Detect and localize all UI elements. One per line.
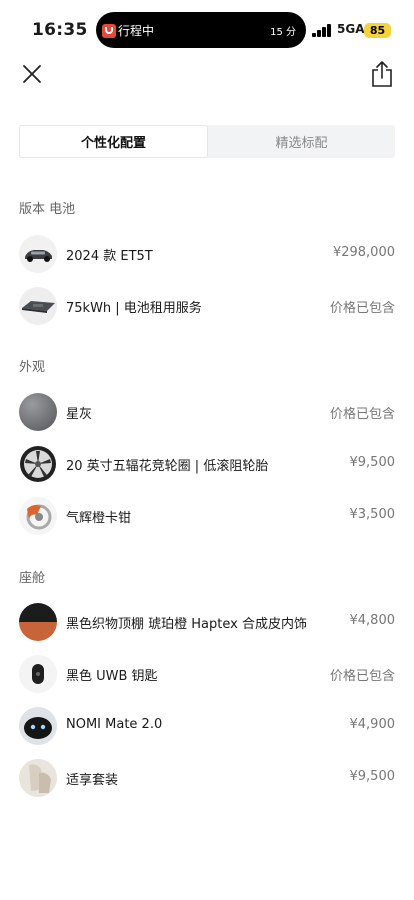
section-title-cabin: 座舱 [19,571,46,586]
item-price: 价格已包含 [329,301,395,316]
item-label: 黑色织物顶棚 琥珀橙 Haptex 合成皮内饰 [66,617,307,632]
item-label: 2024 款 ET5T [66,249,153,264]
close-icon[interactable] [20,62,44,86]
battery-icon: 85 [364,23,391,38]
item-label: 气辉橙卡钳 [66,511,132,526]
island-title: 行程中 [118,24,155,38]
list-item[interactable]: 20 英寸五辐花竞轮圈 | 低滚阻轮胎 ¥9,500 [19,444,395,484]
gray-paint-swatch-icon [19,393,57,431]
item-label: 适享套装 [66,773,119,788]
item-label: 75kWh | 电池租用服务 [66,301,202,316]
interior-swatch-icon [19,603,57,641]
section-title-exterior: 外观 [19,360,46,375]
item-price: ¥3,500 [349,507,396,522]
config-tabs: 个性化配置 精选标配 [19,125,395,158]
app-badge-icon [102,24,116,38]
car-thumbnail-icon [19,235,57,273]
network-label: 5GA [337,22,365,36]
wheel-icon [19,445,57,483]
list-item[interactable]: 75kWh | 电池租用服务 价格已包含 [19,286,395,326]
list-item[interactable]: 星灰 价格已包含 [19,392,395,432]
status-time: 16:35 [32,20,88,40]
nomi-mate-icon [19,707,57,745]
item-label: 黑色 UWB 钥匙 [66,669,158,684]
tab-featured-standard[interactable]: 精选标配 [208,125,395,158]
seat-package-icon [19,759,57,797]
list-item[interactable]: 黑色 UWB 钥匙 价格已包含 [19,654,395,694]
key-icon [19,655,57,693]
battery-pack-icon [19,287,57,325]
share-icon[interactable] [370,60,394,88]
list-item[interactable]: 适享套装 ¥9,500 [19,758,395,798]
signal-icon [312,24,332,37]
section-title-version-battery: 版本 电池 [19,202,76,217]
item-price: ¥4,900 [349,717,396,732]
item-label: 20 英寸五辐花竞轮圈 | 低滚阻轮胎 [66,459,269,474]
item-label: NOMI Mate 2.0 [66,717,163,732]
list-item[interactable]: NOMI Mate 2.0 ¥4,900 [19,706,395,746]
item-label: 星灰 [66,407,93,422]
item-price: ¥4,800 [349,613,396,628]
brake-caliper-icon [19,497,57,535]
item-price: 价格已包含 [329,669,395,684]
dynamic-island[interactable]: 行程中 15 分 [96,12,306,48]
list-item[interactable]: 黑色织物顶棚 琥珀橙 Haptex 合成皮内饰 ¥4,800 [19,602,395,642]
item-price: ¥9,500 [349,455,396,470]
item-price: ¥9,500 [349,769,396,784]
item-price: ¥298,000 [332,245,395,260]
item-price: 价格已包含 [329,407,395,422]
list-item[interactable]: 2024 款 ET5T ¥298,000 [19,234,395,274]
tab-personalized[interactable]: 个性化配置 [19,125,208,158]
island-eta: 15 分 [270,27,296,38]
list-item[interactable]: 气辉橙卡钳 ¥3,500 [19,496,395,536]
status-bar: 16:35 行程中 15 分 5GA 85 [0,0,414,60]
